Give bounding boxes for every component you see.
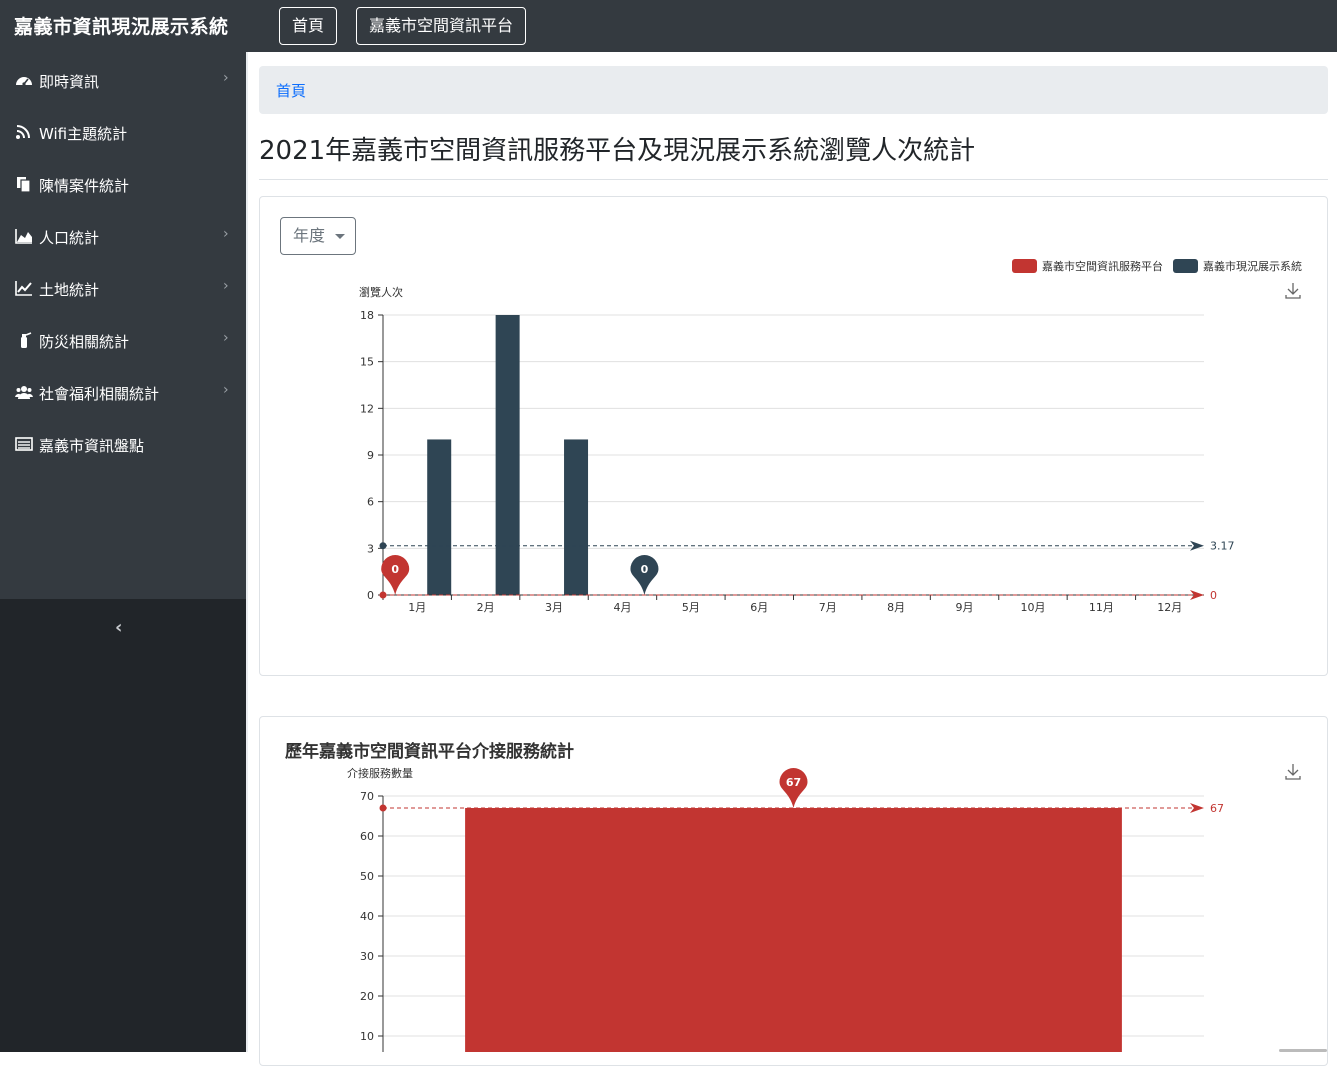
page-title: 2021年嘉義市空間資訊服務平台及現況展示系統瀏覽人次統計 bbox=[259, 136, 976, 166]
copy-icon bbox=[17, 177, 31, 192]
monthly-views-card bbox=[259, 196, 1328, 676]
title-divider bbox=[259, 179, 1328, 180]
sidebar-item-disaster[interactable]: 防災相關統計 › bbox=[0, 314, 248, 366]
line-chart-icon bbox=[15, 281, 32, 296]
sidebar-item-realtime[interactable]: 即時資訊 › bbox=[0, 54, 248, 106]
year-dropdown-label: 年度 bbox=[293, 226, 326, 245]
sidebar-toggle-button[interactable]: ‹ bbox=[115, 617, 122, 638]
sidebar-item-welfare[interactable]: 社會福利相關統計 › bbox=[0, 366, 248, 418]
nav-platform-button[interactable]: 嘉義市空間資訊平台 bbox=[356, 7, 526, 45]
caret-down-icon bbox=[335, 234, 345, 239]
sidebar-item-inventory[interactable]: 嘉義市資訊盤點 bbox=[0, 418, 248, 470]
sidebar-item-wifi[interactable]: Wifi主題統計 bbox=[0, 106, 248, 158]
sidebar-item-label: 即時資訊 bbox=[39, 73, 100, 91]
sidebar-item-label: Wifi主題統計 bbox=[39, 125, 128, 143]
nav-home-button[interactable]: 首頁 bbox=[279, 7, 337, 45]
sidebar-item-label: 嘉義市資訊盤點 bbox=[39, 437, 145, 455]
brand-title[interactable]: 嘉義市資訊現況展示系統 bbox=[14, 12, 229, 39]
sidebar-item-label: 防災相關統計 bbox=[39, 333, 130, 351]
main-divider bbox=[246, 52, 248, 1052]
sidebar-item-label: 陳情案件統計 bbox=[39, 177, 130, 195]
sidebar: 即時資訊 › Wifi主題統計 陳情案件統計 人口統計 › 土地統計 › 防災相… bbox=[0, 52, 248, 599]
dashboard-icon bbox=[16, 77, 32, 86]
sidebar-item-petition[interactable]: 陳情案件統計 bbox=[0, 158, 248, 210]
fire-extinguisher-icon bbox=[21, 332, 32, 348]
sidebar-footer bbox=[0, 599, 248, 1052]
area-chart-icon bbox=[15, 229, 32, 244]
users-icon bbox=[15, 386, 33, 399]
year-dropdown-button[interactable]: 年度 bbox=[280, 217, 356, 255]
chevron-right-icon: › bbox=[223, 226, 229, 242]
breadcrumb-home-link[interactable]: 首頁 bbox=[276, 80, 306, 101]
sidebar-item-label: 人口統計 bbox=[39, 229, 100, 247]
sidebar-item-land[interactable]: 土地統計 › bbox=[0, 262, 248, 314]
list-icon bbox=[15, 437, 33, 451]
chevron-right-icon: › bbox=[223, 278, 229, 294]
service-stats-card bbox=[259, 716, 1328, 1066]
rss-icon bbox=[16, 125, 30, 139]
sidebar-item-label: 土地統計 bbox=[39, 281, 100, 299]
chevron-right-icon: › bbox=[223, 382, 229, 398]
breadcrumb: 首頁 bbox=[259, 66, 1328, 114]
top-navbar: 嘉義市資訊現況展示系統 首頁 嘉義市空間資訊平台 bbox=[0, 0, 1337, 52]
service-chart-title: 歷年嘉義市空間資訊平台介接服務統計 bbox=[285, 742, 574, 762]
chevron-right-icon: › bbox=[223, 330, 229, 346]
sidebar-item-population[interactable]: 人口統計 › bbox=[0, 210, 248, 262]
sidebar-item-label: 社會福利相關統計 bbox=[39, 385, 160, 403]
chevron-right-icon: › bbox=[223, 70, 229, 86]
